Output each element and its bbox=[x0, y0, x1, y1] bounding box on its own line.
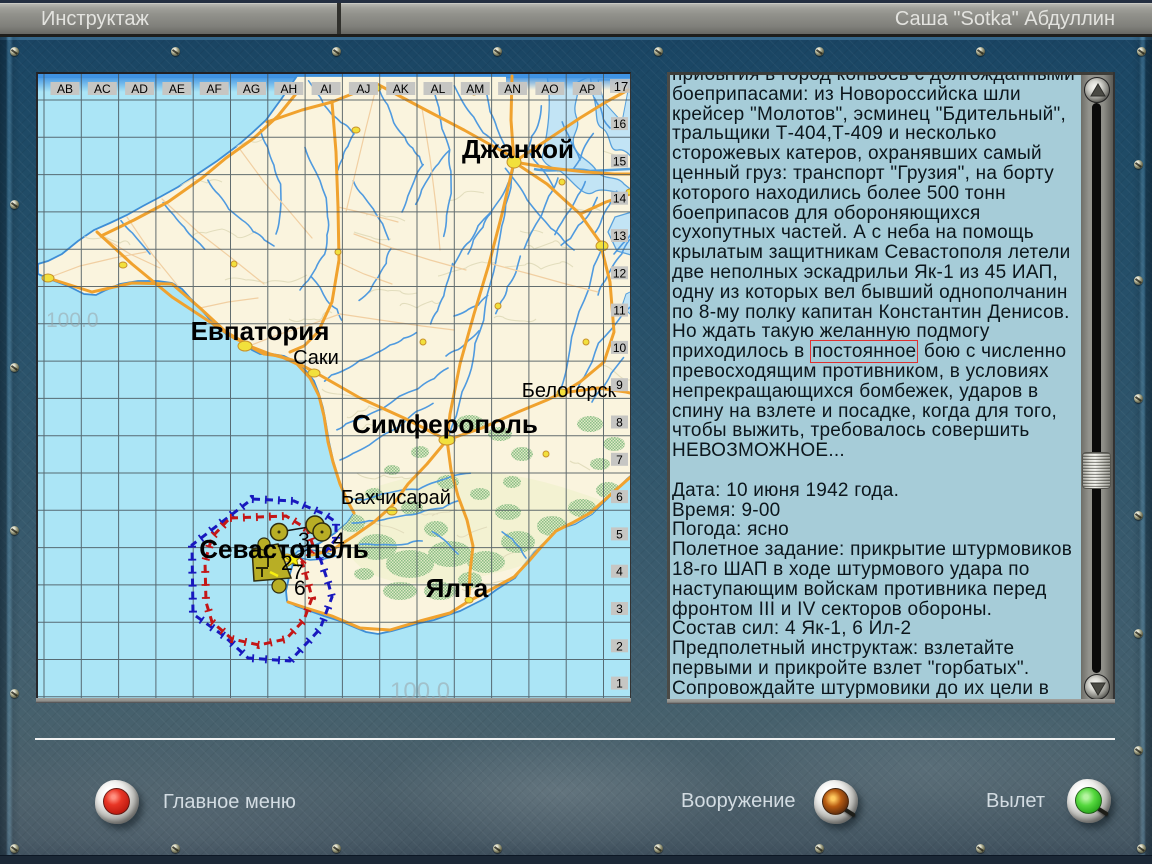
svg-text:Джанкой: Джанкой bbox=[462, 134, 574, 164]
svg-text:3: 3 bbox=[616, 602, 623, 616]
svg-text:AJ: AJ bbox=[356, 82, 370, 96]
svg-text:Бахчисарай: Бахчисарай bbox=[341, 487, 451, 509]
svg-text:10: 10 bbox=[613, 341, 627, 355]
svg-text:7: 7 bbox=[616, 453, 623, 467]
svg-text:Симферополь: Симферополь bbox=[352, 409, 538, 439]
svg-text:AB: AB bbox=[57, 82, 73, 96]
svg-text:AK: AK bbox=[393, 82, 409, 96]
svg-text:Севастополь: Севастополь bbox=[199, 534, 369, 564]
svg-text:5: 5 bbox=[616, 527, 623, 541]
svg-text:AE: AE bbox=[169, 82, 185, 96]
svg-text:17: 17 bbox=[614, 79, 628, 94]
svg-text:12: 12 bbox=[613, 266, 627, 280]
svg-text:4: 4 bbox=[616, 565, 623, 579]
svg-text:1: 1 bbox=[616, 677, 623, 691]
svg-text:15: 15 bbox=[613, 154, 627, 168]
svg-text:13: 13 bbox=[613, 229, 627, 243]
svg-text:100.0: 100.0 bbox=[390, 678, 450, 700]
svg-text:6: 6 bbox=[616, 490, 623, 504]
svg-text:AP: AP bbox=[579, 82, 595, 96]
svg-text:AG: AG bbox=[243, 82, 260, 96]
svg-text:AM: AM bbox=[466, 82, 484, 96]
svg-text:Евпатория: Евпатория bbox=[191, 316, 330, 346]
svg-text:AL: AL bbox=[431, 82, 446, 96]
svg-text:Саки: Саки bbox=[293, 347, 339, 369]
svg-text:AH: AH bbox=[280, 82, 297, 96]
svg-text:Ялта: Ялта bbox=[426, 573, 489, 603]
svg-text:8: 8 bbox=[616, 416, 623, 430]
svg-text:9: 9 bbox=[616, 378, 623, 392]
svg-text:AC: AC bbox=[94, 82, 111, 96]
svg-text:100.0: 100.0 bbox=[46, 309, 99, 332]
svg-text:11: 11 bbox=[613, 304, 626, 318]
svg-text:AI: AI bbox=[320, 82, 331, 96]
svg-text:16: 16 bbox=[613, 117, 627, 131]
svg-text:AD: AD bbox=[131, 82, 148, 96]
svg-text:6: 6 bbox=[294, 577, 306, 600]
svg-text:2: 2 bbox=[616, 639, 623, 653]
svg-text:AF: AF bbox=[207, 82, 222, 96]
svg-text:AN: AN bbox=[504, 82, 521, 96]
svg-text:Белогорск: Белогорск bbox=[522, 380, 617, 402]
svg-text:14: 14 bbox=[613, 192, 627, 206]
svg-text:AO: AO bbox=[541, 82, 558, 96]
